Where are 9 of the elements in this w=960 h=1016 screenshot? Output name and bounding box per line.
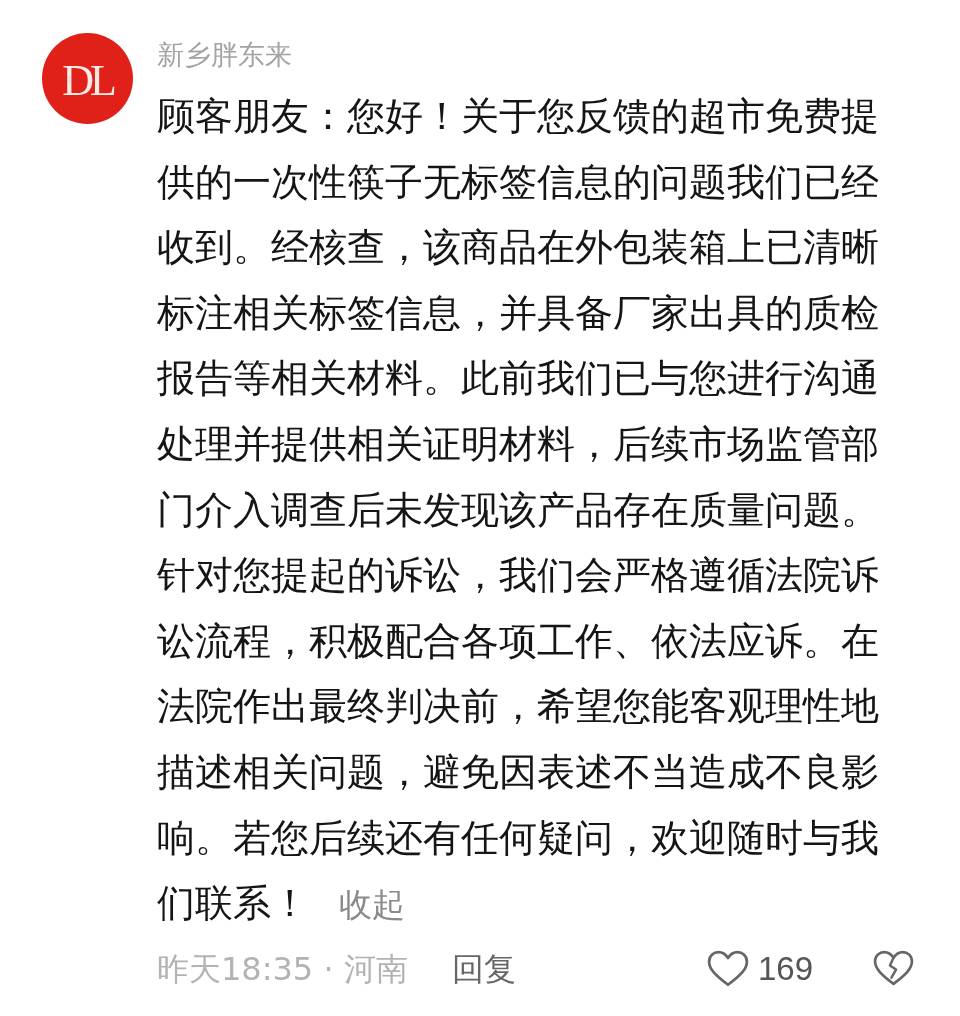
comment-text: 顾客朋友：您好！关于您反馈的超市免费提供的一次性筷子无标签信息的问题我们已经收到。经核查，该商品在外包装箱上已清晰标注相关标签信息，并具备厂家出具的质检报告等相关材料。此前我们已与您进行沟通处理并提供相关证明材料，后续市场监管部门介入调查后未发现该产品存在质量问题。针对您提起的诉讼，我们会严格遵循法院诉讼流程，积极配合各项工作、依法应诉。在法院作出最终判决前，希望您能客观理性地描述相关问题，避免因表述不当造成不良影响。若您后续还有任何疑问，欢迎随时与我们联系！ 收起: [157, 92, 880, 928]
broken-heart-icon[interactable]: [873, 950, 914, 988]
reply-link[interactable]: 回复: [451, 948, 516, 989]
like-count: 169: [757, 948, 813, 989]
collapse-link[interactable]: 收起: [339, 885, 405, 925]
heart-icon[interactable]: [706, 949, 749, 988]
username: 新乡胖东来: [157, 38, 293, 72]
avatar-logo: DL: [42, 33, 133, 124]
comment-meta: 昨天18:35 · 河南: [157, 948, 408, 989]
